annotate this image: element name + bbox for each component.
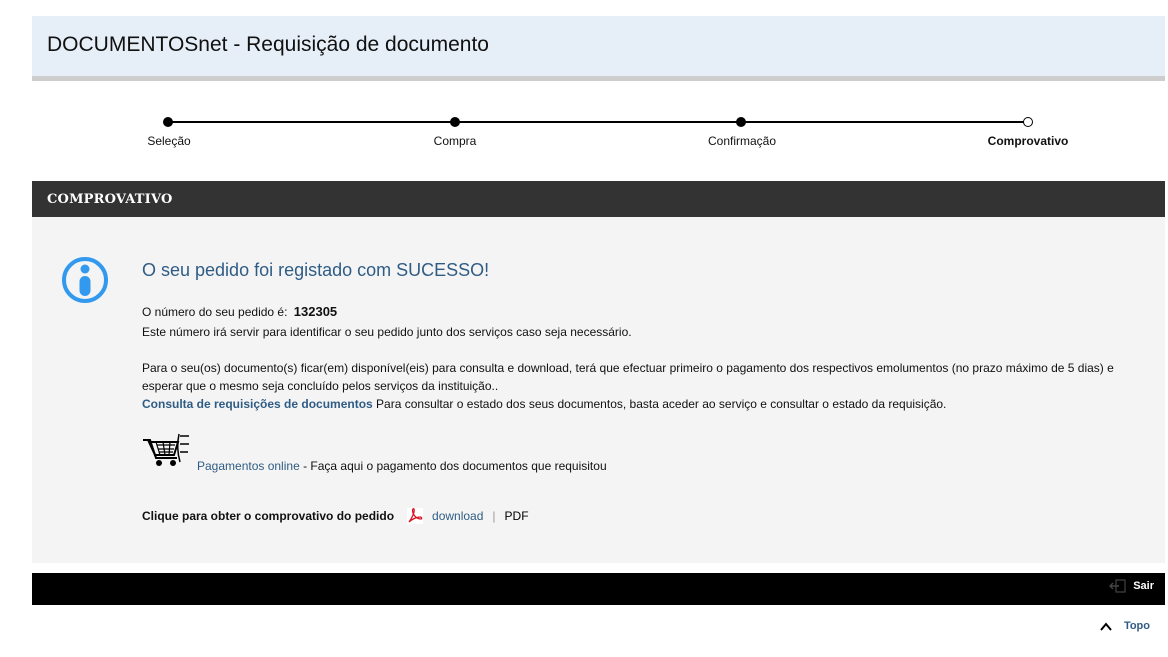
info-icon — [62, 257, 108, 303]
footer-bar: Sair — [32, 573, 1165, 605]
section-title: COMPROVATIVO — [47, 192, 173, 207]
payment-note-1: Para o seu(os) documento(s) ficar(em) di… — [142, 361, 1114, 375]
page-header: DOCUMENTOSnet - Requisição de documento — [32, 16, 1165, 81]
step-dot-selecao — [163, 117, 173, 127]
stepper-line — [168, 121, 1028, 123]
exit-button[interactable]: Sair — [1109, 579, 1154, 593]
consulta-link[interactable]: Consulta de requisições de documentos — [142, 397, 373, 411]
payment-note-2: esperar que o mesmo seja concluído pelos… — [142, 379, 499, 393]
comprovativo-label: Clique para obter o comprovativo do pedi… — [142, 509, 395, 523]
pagamentos-link[interactable]: Pagamentos online — [197, 459, 300, 473]
pagamentos-text: - Faça aqui o pagamento dos documentos q… — [299, 459, 607, 473]
receipt-panel: O seu pedido foi registado com SUCESSO! … — [32, 217, 1165, 563]
pdf-icon[interactable] — [406, 507, 424, 525]
step-label-confirmacao: Confirmação — [707, 134, 777, 148]
step-dot-comprovativo — [1023, 117, 1033, 127]
comprovativo-row: Clique para obter o comprovativo do pedi… — [142, 507, 529, 525]
step-label-selecao: Seleção — [147, 134, 191, 148]
step-dot-compra — [450, 117, 460, 127]
pagamentos-line: Pagamentos online - Faça aqui o pagament… — [197, 459, 607, 473]
success-message: O seu pedido foi registado com SUCESSO! — [142, 260, 490, 280]
page-title: DOCUMENTOSnet - Requisição de documento — [47, 33, 489, 56]
exit-label: Sair — [1133, 580, 1154, 592]
order-note: Este número irá servir para identificar … — [142, 325, 632, 339]
format-label: PDF — [504, 509, 529, 523]
progress-stepper: Seleção Compra Confirmação Comprovativo — [0, 110, 1168, 160]
back-to-top-link[interactable]: Topo — [1100, 620, 1150, 632]
section-header: COMPROVATIVO — [32, 181, 1165, 217]
separator: | — [492, 509, 496, 523]
order-number: 132305 — [293, 304, 338, 319]
step-dot-confirmacao — [736, 117, 746, 127]
step-label-comprovativo: Comprovativo — [987, 134, 1069, 148]
download-link[interactable]: download — [432, 509, 483, 523]
order-label: O número do seu pedido é: — [142, 305, 288, 319]
chevron-up-icon — [1100, 621, 1112, 631]
consulta-text: Para consultar o estado dos seus documen… — [372, 397, 947, 411]
step-label-compra: Compra — [433, 134, 477, 148]
cart-icon[interactable] — [142, 432, 192, 470]
top-label: Topo — [1123, 620, 1150, 632]
order-number-line: O número do seu pedido é: 132305 — [142, 304, 337, 319]
consulta-line: Consulta de requisições de documentos Pa… — [142, 397, 946, 411]
exit-icon — [1109, 579, 1126, 593]
